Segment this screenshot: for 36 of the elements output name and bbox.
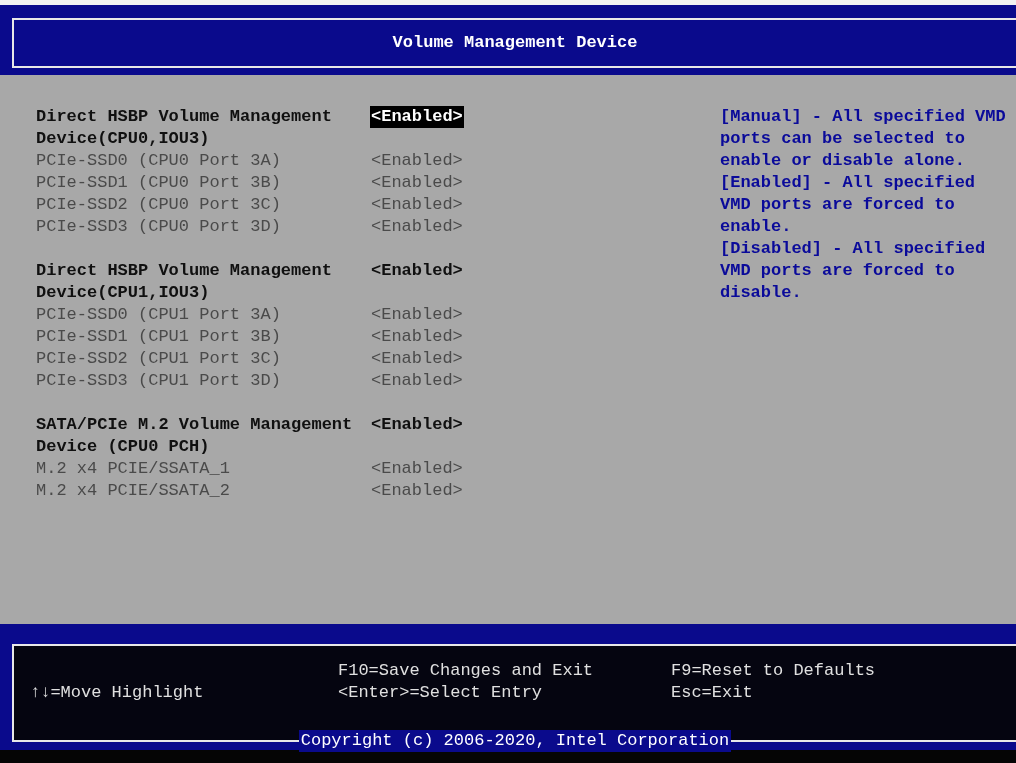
setting-label: PCIe-SSD2 (CPU1 Port 3C) [36, 348, 282, 370]
setting-value[interactable]: <Enabled> [370, 326, 464, 348]
setting-value[interactable]: <Enabled> [370, 260, 464, 282]
setting-label: PCIe-SSD3 (CPU1 Port 3D) [36, 370, 282, 392]
setting-value[interactable]: <Enabled> [370, 348, 464, 370]
setting-label: Direct HSBP Volume Management Device(CPU0,IOU3) [36, 106, 333, 150]
setting-label: PCIe-SSD0 (CPU0 Port 3A) [36, 150, 282, 172]
help-text: [Manual] - All specified VMD ports can be selected to enable or disable alone. [720, 106, 1007, 172]
key-hint: ↑↓=Move Highlight [30, 682, 205, 704]
setting-label: Direct HSBP Volume Management Device(CPU1,IOU3) [36, 260, 333, 304]
key-hint: <Enter>=Select Entry [338, 682, 544, 704]
setting-label: PCIe-SSD1 (CPU1 Port 3B) [36, 326, 282, 348]
setting-value[interactable]: <Enabled> [370, 172, 464, 194]
setting-value[interactable]: <Enabled> [370, 458, 464, 480]
setting-label: SATA/PCIe M.2 Volume Management Device (CPU0 PCH) [36, 414, 354, 458]
setting-label: PCIe-SSD3 (CPU0 Port 3D) [36, 216, 282, 238]
setting-value[interactable]: <Enabled> [370, 370, 464, 392]
setting-label: M.2 x4 PCIE/SSATA_2 [36, 480, 231, 502]
help-text: [Disabled] - All specified VMD ports are forced to disable. [720, 238, 987, 304]
help-text: [Enabled] - All specified VMD ports are forced to enable. [720, 172, 977, 238]
key-hint: F10=Save Changes and Exit [338, 660, 595, 682]
setting-label: PCIe-SSD2 (CPU0 Port 3C) [36, 194, 282, 216]
key-hint: Esc=Exit [671, 682, 754, 704]
setting-value[interactable]: <Enabled> [370, 150, 464, 172]
setting-label: PCIe-SSD0 (CPU1 Port 3A) [36, 304, 282, 326]
setting-value[interactable]: <Enabled> [370, 480, 464, 502]
setting-value[interactable]: <Enabled> [370, 216, 464, 238]
copyright-text: Copyright (c) 2006-2020, Intel Corporation [298, 730, 732, 752]
setting-value[interactable]: <Enabled> [370, 106, 464, 128]
setting-value[interactable]: <Enabled> [370, 194, 464, 216]
window-title: Volume Management Device [392, 32, 638, 54]
setting-value[interactable]: <Enabled> [370, 304, 464, 326]
setting-label: PCIe-SSD1 (CPU0 Port 3B) [36, 172, 282, 194]
setting-value[interactable]: <Enabled> [370, 414, 464, 436]
setting-label: M.2 x4 PCIE/SSATA_1 [36, 458, 231, 480]
key-hint: F9=Reset to Defaults [671, 660, 877, 682]
